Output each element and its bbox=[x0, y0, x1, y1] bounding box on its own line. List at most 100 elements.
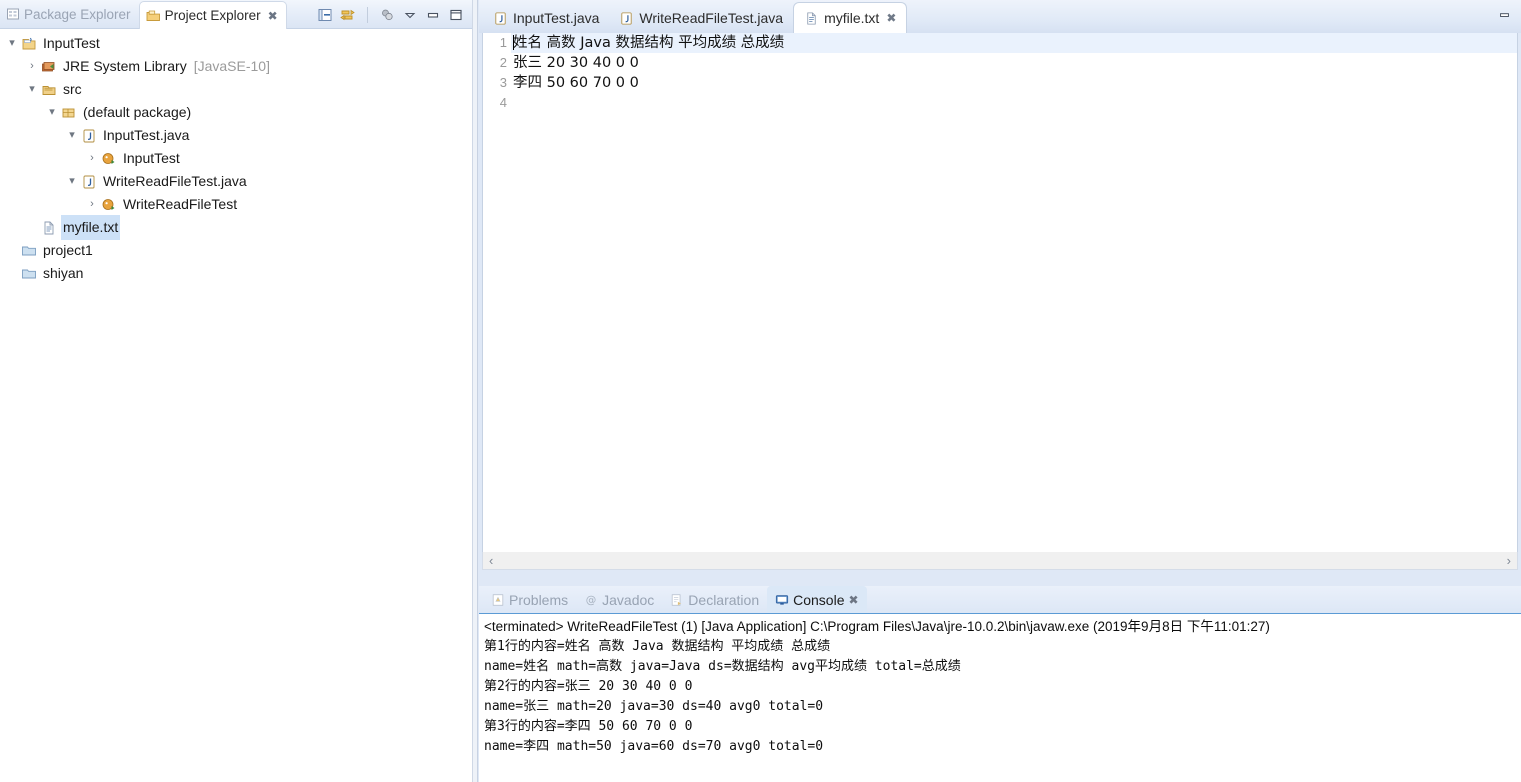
tree-item-src[interactable]: ▾ src bbox=[0, 78, 472, 101]
editor-part: InputTest.java WriteReadFileTest.java my… bbox=[479, 0, 1521, 580]
tree-item-label: src bbox=[63, 81, 82, 97]
console-output-line: 第3行的内容=李四 50 60 70 0 0 bbox=[484, 719, 693, 734]
maximize-icon[interactable] bbox=[446, 5, 466, 25]
folder-icon bbox=[20, 242, 38, 260]
close-icon[interactable]: ✖ bbox=[886, 11, 896, 25]
library-icon bbox=[40, 58, 58, 76]
tab-problems[interactable]: Problems bbox=[483, 586, 576, 613]
java-file-icon bbox=[619, 11, 634, 26]
tree-item-inputtest-project[interactable]: ▾ InputTest bbox=[0, 32, 472, 55]
close-icon[interactable]: ✖ bbox=[268, 9, 278, 23]
javadoc-icon: @ bbox=[584, 593, 598, 607]
view-menu-icon[interactable] bbox=[400, 5, 420, 25]
line-number: 1 bbox=[499, 35, 507, 50]
view-tab-package-explorer[interactable]: Package Explorer bbox=[0, 0, 139, 29]
editor-line-text: 姓名 高数 Java 数据结构 平均成绩 总成绩 bbox=[513, 35, 785, 51]
tree-item-jre-system-library[interactable]: › JRE System Library [JavaSE-10] bbox=[0, 55, 472, 78]
editor-text-content[interactable]: 姓名 高数 Java 数据结构 平均成绩 总成绩 张三 20 30 40 0 0… bbox=[511, 33, 1517, 559]
java-file-icon bbox=[493, 11, 508, 26]
tree-item-default-package[interactable]: ▾ (default package) bbox=[0, 101, 472, 124]
console-launch-header: <terminated> WriteReadFileTest (1) [Java… bbox=[484, 619, 1270, 634]
editor-tab-writereadfiletest-java[interactable]: WriteReadFileTest.java bbox=[609, 3, 793, 33]
editor-tab-bar: InputTest.java WriteReadFileTest.java my… bbox=[479, 0, 1521, 33]
editor-horizontal-scrollbar[interactable]: ‹ › bbox=[482, 552, 1518, 570]
tab-label: Console bbox=[793, 591, 845, 608]
chevron-down-icon[interactable]: ▾ bbox=[64, 124, 80, 147]
tree-item-label: InputTest bbox=[123, 150, 180, 166]
package-explorer-icon bbox=[6, 7, 20, 21]
scroll-right-arrow-icon[interactable]: › bbox=[1507, 553, 1511, 568]
java-class-icon bbox=[100, 196, 118, 214]
view-tab-label: Project Explorer bbox=[164, 8, 261, 23]
vertical-splitter[interactable] bbox=[472, 0, 478, 782]
console-output-line: name=姓名 math=高数 java=Java ds=数据结构 avg平均成… bbox=[484, 659, 961, 674]
console-tab-bar: Problems @ Javadoc Declaration Console ✖ bbox=[479, 586, 1521, 614]
tree-item-inputtest-class[interactable]: › InputTest bbox=[0, 147, 472, 170]
tree-item-project1[interactable]: project1 bbox=[0, 239, 472, 262]
tree-item-label: myfile.txt bbox=[61, 215, 121, 240]
tab-label: Javadoc bbox=[602, 591, 655, 608]
editor-tab-label: InputTest.java bbox=[513, 10, 600, 26]
tree-item-label: (default package) bbox=[83, 104, 192, 120]
console-icon bbox=[775, 593, 789, 607]
chevron-down-icon[interactable]: ▾ bbox=[24, 78, 40, 101]
chevron-down-icon[interactable]: ▾ bbox=[44, 101, 60, 124]
chevron-right-icon[interactable]: › bbox=[24, 55, 40, 78]
tree-item-myfile-txt[interactable]: myfile.txt bbox=[0, 215, 472, 240]
chevron-right-icon[interactable]: › bbox=[84, 193, 100, 216]
explorer-tab-bar: Package Explorer Project Explorer ✖ bbox=[0, 0, 472, 29]
console-output-line: 第1行的内容=姓名 高数 Java 数据结构 平均成绩 总成绩 bbox=[484, 639, 831, 654]
editor-tab-myfile-txt[interactable]: myfile.txt ✖ bbox=[793, 2, 908, 33]
focus-on-active-task-icon[interactable] bbox=[377, 5, 397, 25]
tree-item-writereadfiletest-class[interactable]: › WriteReadFileTest bbox=[0, 193, 472, 216]
minimize-icon[interactable] bbox=[1495, 7, 1513, 23]
svg-text:@: @ bbox=[586, 594, 597, 606]
tab-label: Problems bbox=[509, 591, 569, 608]
folder-icon bbox=[20, 265, 38, 283]
editor-line[interactable] bbox=[511, 93, 1517, 113]
text-file-icon bbox=[804, 11, 819, 26]
eclipse-workbench: Package Explorer Project Explorer ✖ ▾ In… bbox=[0, 0, 1521, 782]
scroll-left-arrow-icon[interactable]: ‹ bbox=[489, 553, 493, 568]
console-output-line: 第2行的内容=张三 20 30 40 0 0 bbox=[484, 679, 693, 694]
text-editor-area[interactable]: 1 2 3 4 姓名 高数 Java 数据结构 平均成绩 总成绩 张三 20 3… bbox=[482, 33, 1518, 560]
tab-declaration[interactable]: Declaration bbox=[662, 586, 767, 613]
tree-item-shiyan[interactable]: shiyan bbox=[0, 262, 472, 285]
console-output-line: name=张三 math=20 java=30 ds=40 avg0 total… bbox=[484, 699, 824, 714]
line-number: 2 bbox=[499, 55, 507, 70]
close-icon[interactable]: ✖ bbox=[849, 593, 859, 607]
java-file-icon bbox=[80, 173, 98, 191]
editor-line[interactable]: 姓名 高数 Java 数据结构 平均成绩 总成绩 bbox=[511, 33, 1517, 53]
chevron-right-icon[interactable]: › bbox=[84, 147, 100, 170]
collapse-all-icon[interactable] bbox=[315, 5, 335, 25]
minimize-icon[interactable] bbox=[423, 5, 443, 25]
problems-icon bbox=[491, 593, 505, 607]
tab-console[interactable]: Console ✖ bbox=[767, 586, 867, 613]
editor-tab-label: WriteReadFileTest.java bbox=[639, 10, 784, 26]
tab-javadoc[interactable]: @ Javadoc bbox=[576, 586, 662, 613]
explorer-view-toolbar bbox=[315, 0, 470, 29]
java-project-icon bbox=[20, 35, 38, 53]
editor-line[interactable]: 李四 50 60 70 0 0 bbox=[511, 73, 1517, 93]
console-output-area[interactable]: <terminated> WriteReadFileTest (1) [Java… bbox=[479, 614, 1521, 782]
tree-item-label: shiyan bbox=[43, 265, 84, 281]
tree-item-inputtest-java[interactable]: ▾ InputTest.java bbox=[0, 124, 472, 147]
editor-tab-inputtest-java[interactable]: InputTest.java bbox=[483, 3, 609, 33]
tree-item-suffix: [JavaSE-10] bbox=[193, 58, 270, 74]
line-number: 3 bbox=[499, 75, 507, 90]
view-tab-project-explorer[interactable]: Project Explorer ✖ bbox=[138, 1, 287, 29]
toolbar-separator bbox=[367, 6, 368, 23]
java-file-icon bbox=[80, 127, 98, 145]
editor-line[interactable]: 张三 20 30 40 0 0 bbox=[511, 53, 1517, 73]
chevron-down-icon[interactable]: ▾ bbox=[64, 170, 80, 193]
tab-label: Declaration bbox=[688, 591, 760, 608]
tree-item-writereadfiletest-java[interactable]: ▾ WriteReadFileTest.java bbox=[0, 170, 472, 193]
project-tree[interactable]: ▾ InputTest › JRE System Library [JavaSE… bbox=[0, 29, 472, 782]
chevron-down-icon[interactable]: ▾ bbox=[4, 32, 20, 55]
tree-item-label: project1 bbox=[43, 242, 93, 258]
tree-item-label: InputTest.java bbox=[103, 127, 190, 143]
link-with-editor-icon[interactable] bbox=[338, 5, 358, 25]
package-icon bbox=[60, 104, 78, 122]
declaration-icon bbox=[670, 593, 684, 607]
project-explorer-icon bbox=[146, 9, 161, 23]
